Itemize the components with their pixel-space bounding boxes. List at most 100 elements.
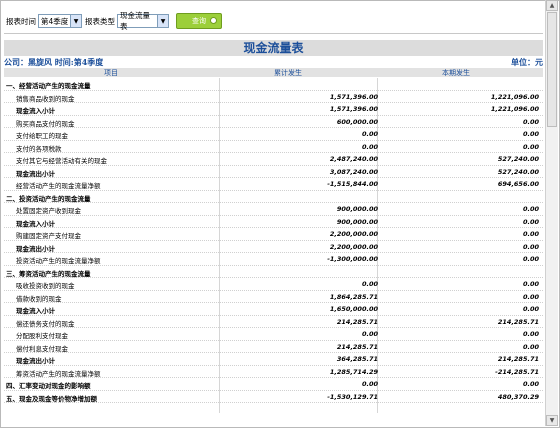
table-row: 现金流出小计 3,087,240.00 527,240.00 — [4, 166, 543, 178]
query-button[interactable]: 查询 — [176, 13, 222, 29]
row-cumulative-value: 2,487,240.00 — [329, 155, 378, 163]
table-row: 购买商品支付的现金 600,000.00 0.00 — [4, 116, 543, 128]
chevron-down-icon: ▼ — [70, 15, 81, 27]
row-current-value: 0.00 — [522, 205, 539, 213]
row-current-value: 0.00 — [522, 142, 539, 151]
row-label: 偿付利息支付现金 — [16, 344, 68, 353]
table-row: 五、现金及现金等价物净增加额 -1,530,129.71 480,370.29 — [4, 391, 543, 403]
vertical-scrollbar[interactable]: ▲ ▼ — [545, 0, 558, 426]
row-current-value: 0.00 — [522, 292, 539, 301]
row-label: 支付其它与经营活动有关的现金 — [16, 157, 107, 165]
period-label: 报表时间 — [6, 16, 36, 26]
row-label: 一、经营活动产生的现金流量 — [6, 82, 91, 90]
row-label: 偿还债务支付的现金 — [16, 319, 75, 328]
row-current-value: 0.00 — [522, 305, 539, 313]
row-current-value: 0.00 — [522, 117, 539, 126]
table-row: 支付给职工的现金 0.00 0.00 — [4, 128, 543, 141]
table-row: 现金流出小计 364,285.71 214,285.71 — [4, 353, 543, 366]
row-label: 二、投资活动产生的现金流量 — [6, 194, 91, 203]
table-row: 一、经营活动产生的现金流量 — [4, 78, 543, 91]
scrollbar-thumb[interactable] — [547, 12, 557, 127]
row-cumulative-value: 214,285.71 — [336, 317, 378, 326]
row-cumulative-value: 0.00 — [361, 142, 378, 151]
row-current-value: 0.00 — [522, 242, 539, 251]
row-label: 筹资活动产生的现金流量净额 — [16, 369, 101, 378]
row-cumulative-value: 2,200,000.00 — [329, 242, 378, 251]
table-row: 销售商品收到的现金 1,571,396.00 1,221,096.00 — [4, 91, 543, 103]
row-current-value: 0.00 — [522, 342, 539, 351]
row-label: 吸收投资收到的现金 — [16, 282, 75, 290]
row-current-value: 0.00 — [522, 130, 539, 138]
type-label: 报表类型 — [85, 16, 115, 26]
type-select-value: 现金流量表 — [120, 11, 150, 31]
row-label: 现金流出小计 — [16, 357, 55, 365]
row-label: 处置固定资产收到现金 — [16, 207, 81, 215]
row-label: 现金流入小计 — [16, 307, 55, 315]
row-cumulative-value: -1,530,129.71 — [327, 392, 378, 401]
row-cumulative-value: 1,571,396.00 — [329, 92, 378, 101]
table-row: 分配股利支付现金 0.00 0.00 — [4, 328, 543, 341]
table-header: 项目 累计发生 本期发生 — [4, 68, 543, 77]
row-cumulative-value: 214,285.71 — [336, 342, 378, 351]
row-cumulative-value: -1,515,844.00 — [327, 180, 378, 188]
table-row: 借款收到的现金 1,864,285.71 0.00 — [4, 291, 543, 303]
row-current-value: 0.00 — [522, 230, 539, 238]
row-cumulative-value: 1,571,396.00 — [329, 105, 378, 113]
row-current-value: 0.00 — [522, 217, 539, 226]
table-row: 筹资活动产生的现金流量净额 1,285,714.29 -214,285.71 — [4, 366, 543, 378]
row-current-value: 1,221,096.00 — [490, 92, 539, 101]
circle-icon — [210, 17, 217, 24]
query-button-label: 查询 — [192, 17, 206, 25]
period-select[interactable]: 第4季度 ▼ — [38, 14, 82, 28]
table-row: 经营活动产生的现金流量净额 -1,515,844.00 694,656.00 — [4, 178, 543, 191]
row-current-value: 480,370.29 — [497, 392, 539, 401]
row-cumulative-value: 0.00 — [361, 280, 378, 288]
row-current-value: 527,240.00 — [497, 167, 539, 176]
chevron-down-icon: ▼ — [157, 15, 168, 27]
unit-label: 单位：元 — [511, 57, 543, 67]
table-row: 三、筹资活动产生的现金流量 — [4, 266, 543, 278]
table-row: 投资活动产生的现金流量净额 -1,300,000.00 0.00 — [4, 253, 543, 266]
row-cumulative-value: 1,650,000.00 — [329, 305, 378, 313]
row-label: 购建固定资产支付现金 — [16, 232, 81, 240]
table-row: 二、投资活动产生的现金流量 — [4, 191, 543, 203]
row-label: 三、筹资活动产生的现金流量 — [6, 269, 91, 278]
divider — [4, 33, 543, 34]
row-current-value: 0.00 — [522, 330, 539, 338]
table-row: 现金流出小计 2,200,000.00 0.00 — [4, 241, 543, 253]
table-row: 偿付利息支付现金 214,285.71 0.00 — [4, 341, 543, 353]
row-cumulative-value: 600,000.00 — [336, 117, 378, 126]
row-label: 购买商品支付的现金 — [16, 119, 75, 128]
table-row: 支付其它与经营活动有关的现金 2,487,240.00 527,240.00 — [4, 153, 543, 166]
row-label: 借款收到的现金 — [16, 294, 62, 303]
scroll-up-icon[interactable]: ▲ — [546, 0, 558, 11]
row-cumulative-value: 0.00 — [361, 380, 378, 388]
table-row: 吸收投资收到的现金 0.00 0.00 — [4, 278, 543, 291]
row-label: 四、汇率变动对现金的影响额 — [6, 382, 91, 390]
row-current-value: 1,221,096.00 — [490, 105, 539, 113]
row-cumulative-value: 1,864,285.71 — [329, 292, 378, 301]
row-current-value: 0.00 — [522, 255, 539, 263]
row-cumulative-value: 0.00 — [361, 130, 378, 138]
row-cumulative-value: 900,000.00 — [336, 217, 378, 226]
row-cumulative-value: 1,285,714.29 — [329, 367, 378, 376]
table-row: 现金流入小计 1,650,000.00 0.00 — [4, 303, 543, 316]
table-row: 现金流入小计 1,571,396.00 1,221,096.00 — [4, 103, 543, 116]
row-label: 五、现金及现金等价物净增加额 — [6, 394, 97, 403]
row-label: 支付给职工的现金 — [16, 132, 68, 140]
row-current-value: 527,240.00 — [497, 155, 539, 163]
row-current-value: 0.00 — [522, 280, 539, 288]
row-cumulative-value: 0.00 — [361, 330, 378, 338]
table-row: 支付的各项税款 0.00 0.00 — [4, 141, 543, 153]
type-select[interactable]: 现金流量表 ▼ — [117, 11, 169, 31]
row-label: 经营活动产生的现金流量净额 — [16, 182, 101, 190]
row-cumulative-value: -1,300,000.00 — [327, 255, 378, 263]
table-row: 购建固定资产支付现金 2,200,000.00 0.00 — [4, 228, 543, 241]
table-row: 偿还债务支付的现金 214,285.71 214,285.71 — [4, 316, 543, 328]
scroll-down-icon[interactable]: ▼ — [546, 415, 558, 426]
row-label: 现金流入小计 — [16, 219, 55, 228]
table-row: 现金流入小计 900,000.00 0.00 — [4, 216, 543, 228]
toolbar: 报表时间 第4季度 ▼ 报表类型 现金流量表 ▼ 查询 — [6, 11, 222, 31]
period-select-value: 第4季度 — [41, 16, 69, 26]
report-table-body: 一、经营活动产生的现金流量 销售商品收到的现金 1,571,396.00 1,221,… — [4, 78, 543, 403]
